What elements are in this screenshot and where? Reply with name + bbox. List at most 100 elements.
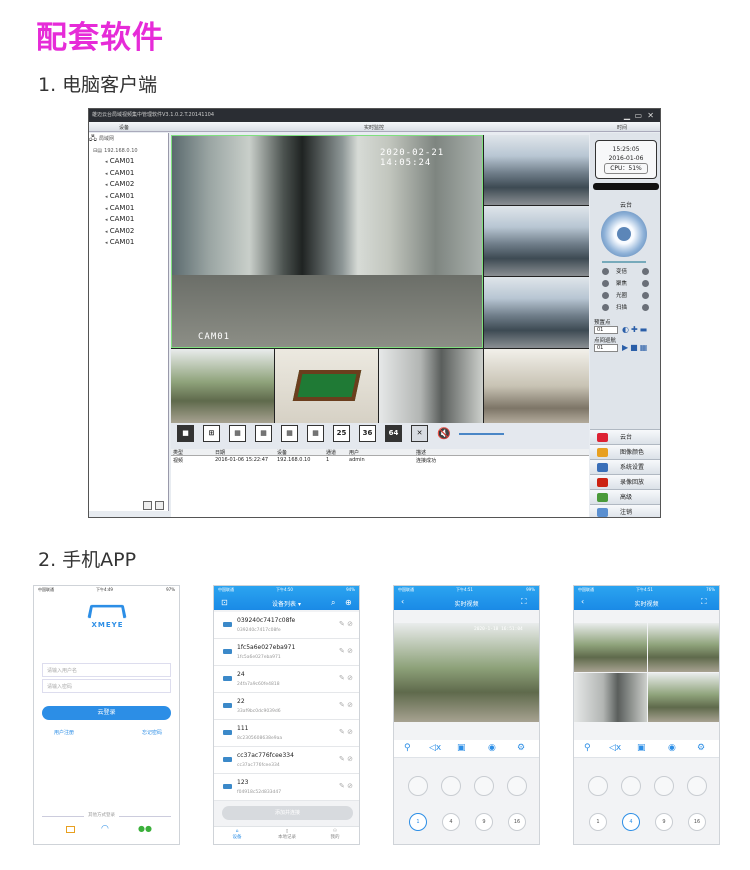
volume-slider[interactable] bbox=[459, 433, 504, 435]
add-connect-button[interactable]: 添加并连接 bbox=[222, 806, 353, 820]
add-icon[interactable]: ⊕ bbox=[345, 598, 352, 607]
video-cell[interactable] bbox=[171, 349, 274, 423]
username-input[interactable]: 请输入用户名 bbox=[42, 663, 171, 677]
focus-far-icon[interactable] bbox=[642, 280, 649, 287]
video-cell[interactable] bbox=[648, 623, 719, 672]
tree-cam[interactable]: ◂ CAM02 bbox=[89, 179, 168, 191]
list-item[interactable]: cc37ac776fcee334 cc37ac776fcee334 ✎ ⊘ bbox=[214, 747, 359, 774]
video-cell[interactable] bbox=[484, 206, 589, 276]
video-cell[interactable] bbox=[484, 135, 589, 205]
layout-36-button[interactable]: 36 bbox=[359, 425, 376, 442]
color-control-icon[interactable] bbox=[474, 776, 494, 796]
tree-cam[interactable]: ◂ CAM01 bbox=[89, 237, 168, 249]
tree-root[interactable]: 🖧 局域网 bbox=[89, 133, 168, 145]
edit-icon[interactable]: ✎ ⊘ bbox=[339, 755, 353, 763]
menu-device[interactable]: 设备 bbox=[119, 124, 129, 131]
snapshot-icon[interactable]: ◉ bbox=[668, 743, 676, 753]
channel-1-button[interactable]: 1 bbox=[409, 813, 427, 831]
zoom-in-icon[interactable] bbox=[642, 268, 649, 275]
channel-16-button[interactable]: 16 bbox=[508, 813, 526, 831]
edit-icon[interactable]: ✎ ⊘ bbox=[339, 728, 353, 736]
tree-cam[interactable]: ◂ CAM01 bbox=[89, 191, 168, 203]
color-control-icon[interactable] bbox=[654, 776, 674, 796]
record-icon[interactable]: ▣ bbox=[457, 743, 466, 753]
layout-1-button[interactable]: ■ bbox=[177, 425, 194, 442]
fullscreen-icon[interactable]: ⛶ bbox=[701, 597, 707, 607]
register-link[interactable]: 用户注册 bbox=[54, 729, 74, 736]
cloud-login-button[interactable]: 云登录 bbox=[42, 706, 171, 720]
list-item[interactable]: 123 f04918c52d833d47 ✎ ⊘ bbox=[214, 774, 359, 801]
scan-stop-icon[interactable] bbox=[642, 304, 649, 311]
video-cell[interactable] bbox=[484, 277, 589, 348]
settings-menu-button[interactable]: 系统设置 bbox=[590, 459, 660, 474]
layout-4-button[interactable]: ⊞ bbox=[203, 425, 220, 442]
mute-icon[interactable]: ◁x bbox=[609, 743, 621, 753]
list-item[interactable]: 111 8c2305608638e9aa ✎ ⊘ bbox=[214, 720, 359, 747]
layout-64-button[interactable]: 64 bbox=[385, 425, 402, 442]
minimize-icon[interactable]: ▁ bbox=[624, 110, 630, 121]
tree-cam[interactable]: ◂ CAM02 bbox=[89, 226, 168, 238]
snapshot-icon[interactable]: ◉ bbox=[488, 743, 496, 753]
search-icon[interactable]: ⌕ bbox=[331, 598, 335, 608]
tree-cam[interactable]: ◂ CAM01 bbox=[89, 203, 168, 215]
fullscreen-icon[interactable]: ✕ bbox=[411, 425, 428, 442]
tree-node[interactable]: ⊟▤ 192.168.0.10 bbox=[89, 145, 168, 157]
tab-local-records[interactable]: ▯ 本地记录 bbox=[276, 829, 298, 840]
layout-16-button[interactable]: ▦ bbox=[307, 425, 324, 442]
fullscreen-icon[interactable]: ⛶ bbox=[521, 597, 527, 607]
video-cell[interactable] bbox=[379, 349, 483, 423]
video-cell[interactable] bbox=[574, 673, 647, 722]
layout-6-button[interactable]: ▦ bbox=[229, 425, 246, 442]
tree-cam[interactable]: ◂ CAM01 bbox=[89, 168, 168, 180]
settings-icon[interactable]: ⚙ bbox=[697, 743, 705, 753]
tree-tool-icon[interactable] bbox=[143, 501, 152, 510]
tree-cam[interactable]: ◂ CAM01 bbox=[89, 156, 168, 168]
iris-open-icon[interactable] bbox=[642, 292, 649, 299]
playback-menu-button[interactable]: 录像回放 bbox=[590, 474, 660, 489]
wifi-login-icon[interactable]: ◠ bbox=[101, 824, 109, 834]
edit-icon[interactable]: ✎ ⊘ bbox=[339, 647, 353, 655]
preset-select[interactable]: 01 bbox=[594, 326, 618, 334]
main-video-cell[interactable]: 2020-02-21 14:05:24 CAM01 bbox=[171, 135, 483, 348]
mute-icon[interactable]: 🔇 bbox=[437, 427, 451, 440]
quality-control-icon[interactable] bbox=[687, 776, 707, 796]
video-cell[interactable] bbox=[275, 349, 378, 423]
back-icon[interactable]: ‹ bbox=[581, 597, 584, 606]
layout-8-button[interactable]: ▦ bbox=[255, 425, 272, 442]
layout-9-button[interactable]: ▦ bbox=[281, 425, 298, 442]
tab-me[interactable]: ⚇ 我的 bbox=[327, 829, 343, 840]
playback-control-icon[interactable] bbox=[588, 776, 608, 796]
channel-9-button[interactable]: 9 bbox=[655, 813, 673, 831]
settings-icon[interactable]: ⚙ bbox=[517, 743, 525, 753]
menu-time[interactable]: 时间 bbox=[617, 124, 627, 131]
edit-icon[interactable]: ✎ ⊘ bbox=[339, 701, 353, 709]
mic-icon[interactable]: ⚲ bbox=[584, 743, 591, 753]
mute-icon[interactable]: ◁x bbox=[429, 743, 441, 753]
menu-monitor[interactable]: 实时监控 bbox=[364, 124, 384, 131]
layout-25-button[interactable]: 25 bbox=[333, 425, 350, 442]
ptz-joystick[interactable] bbox=[601, 211, 647, 257]
ptz-control-icon[interactable] bbox=[621, 776, 641, 796]
tree-refresh-icon[interactable] bbox=[155, 501, 164, 510]
ptz-speed-slider[interactable] bbox=[602, 261, 646, 263]
logout-menu-button[interactable]: 注销 bbox=[590, 504, 660, 517]
list-item[interactable]: 22 33af9bc0dc9039d6 ✎ ⊘ bbox=[214, 693, 359, 720]
table-row[interactable]: 视频 2016-01-06 15:22:47 192.168.0.10 1 ad… bbox=[171, 457, 589, 464]
back-icon[interactable]: ‹ bbox=[401, 597, 404, 606]
ptz-control-icon[interactable] bbox=[441, 776, 461, 796]
edit-icon[interactable]: ✎ ⊘ bbox=[339, 674, 353, 682]
scan-start-icon[interactable] bbox=[602, 304, 609, 311]
forgot-password-link[interactable]: 忘记密码 bbox=[142, 729, 162, 736]
focus-near-icon[interactable] bbox=[602, 280, 609, 287]
channel-16-button[interactable]: 16 bbox=[688, 813, 706, 831]
password-input[interactable]: 请输入密码 bbox=[42, 679, 171, 693]
list-item[interactable]: 039240c7417c08fe 039240c7417c08fe ✎ ⊘ bbox=[214, 612, 359, 639]
wechat-login-icon[interactable]: ●● bbox=[138, 824, 152, 833]
advanced-menu-button[interactable]: 高级 bbox=[590, 489, 660, 504]
video-cell[interactable] bbox=[574, 623, 647, 672]
menu-icon[interactable]: ⊡ bbox=[221, 598, 228, 607]
cruise-select[interactable]: 01 bbox=[594, 344, 618, 352]
record-icon[interactable]: ▣ bbox=[637, 743, 646, 753]
playback-control-icon[interactable] bbox=[408, 776, 428, 796]
quality-control-icon[interactable] bbox=[507, 776, 527, 796]
